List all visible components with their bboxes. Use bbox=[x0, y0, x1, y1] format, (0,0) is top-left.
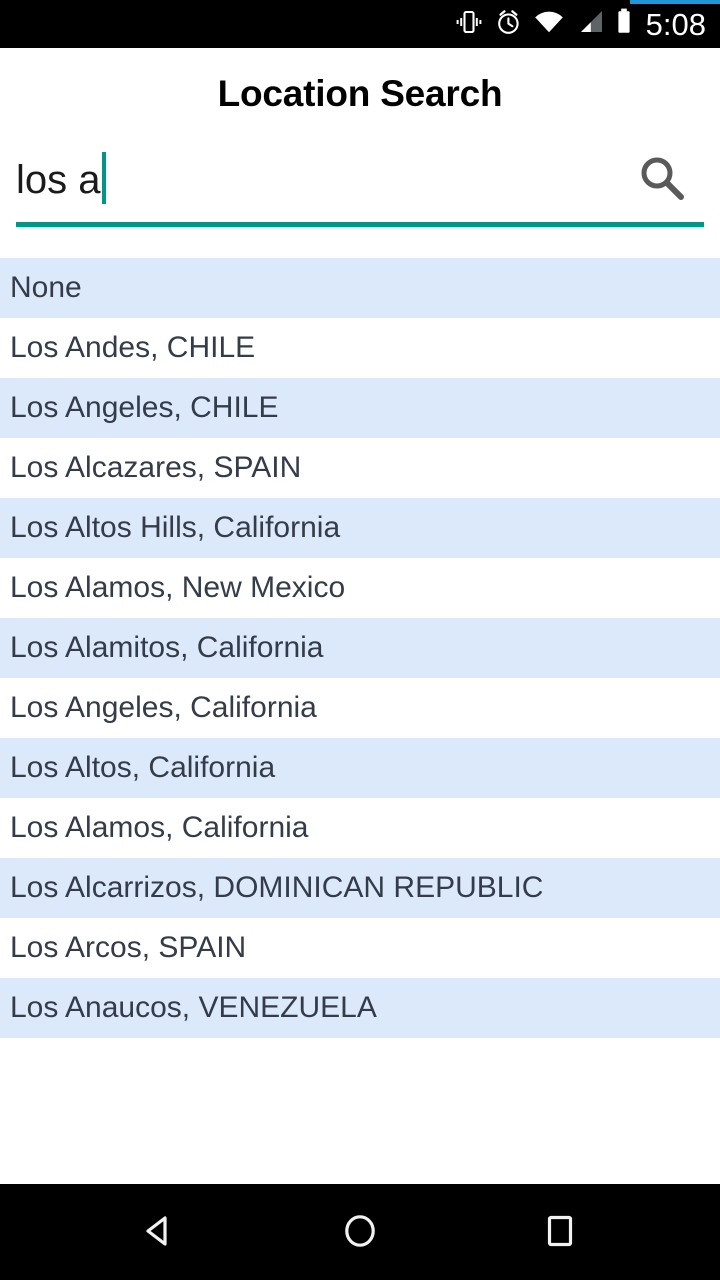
result-row[interactable]: Los Altos, California bbox=[0, 738, 720, 798]
nav-back-button[interactable] bbox=[115, 1184, 205, 1280]
result-row-label: Los Arcos, SPAIN bbox=[10, 933, 246, 963]
result-row[interactable]: Los Alamitos, California bbox=[0, 618, 720, 678]
app-bar: Location Search bbox=[0, 48, 720, 140]
search-field-underline bbox=[16, 222, 704, 227]
result-row-label: Los Angeles, California bbox=[10, 693, 317, 723]
search-input-container[interactable]: los a bbox=[16, 140, 620, 220]
back-triangle-icon bbox=[140, 1211, 180, 1254]
status-clock: 5:08 bbox=[646, 9, 706, 40]
result-row[interactable]: Los Anaucos, VENEZUELA bbox=[0, 978, 720, 1038]
android-navigation-bar bbox=[0, 1184, 720, 1280]
result-row[interactable]: Los Angeles, California bbox=[0, 678, 720, 738]
result-row-label: None bbox=[10, 273, 82, 303]
wifi-icon bbox=[534, 10, 564, 39]
page-title: Location Search bbox=[218, 73, 503, 115]
alarm-icon bbox=[494, 8, 522, 41]
result-row[interactable]: None bbox=[0, 258, 720, 318]
recents-square-icon bbox=[540, 1211, 580, 1254]
home-circle-icon bbox=[340, 1211, 380, 1254]
search-bar: los a bbox=[0, 140, 720, 258]
status-progress-indicator bbox=[630, 0, 720, 4]
vibrate-icon bbox=[456, 8, 482, 41]
result-row-label: Los Angeles, CHILE bbox=[10, 393, 279, 423]
result-row[interactable]: Los Alamos, New Mexico bbox=[0, 558, 720, 618]
result-row-label: Los Alamitos, California bbox=[10, 633, 323, 663]
battery-icon bbox=[616, 8, 632, 41]
result-row-label: Los Alamos, California bbox=[10, 813, 308, 843]
result-row[interactable]: Los Andes, CHILE bbox=[0, 318, 720, 378]
result-row-label: Los Altos Hills, California bbox=[10, 513, 340, 543]
nav-recents-button[interactable] bbox=[515, 1184, 605, 1280]
result-row[interactable]: Los Alcazares, SPAIN bbox=[0, 438, 720, 498]
result-row[interactable]: Los Altos Hills, California bbox=[0, 498, 720, 558]
result-row[interactable]: Los Alcarrizos, DOMINICAN REPUBLIC bbox=[0, 858, 720, 918]
search-input-value: los a bbox=[16, 160, 101, 200]
status-bar: 5:08 bbox=[0, 0, 720, 48]
search-button[interactable] bbox=[620, 140, 704, 220]
search-results-list: None Los Andes, CHILE Los Angeles, CHILE Lo… bbox=[0, 258, 720, 1184]
result-row-label: Los Anaucos, VENEZUELA bbox=[10, 993, 377, 1023]
result-row[interactable]: Los Arcos, SPAIN bbox=[0, 918, 720, 978]
result-row-label: Los Alamos, New Mexico bbox=[10, 573, 345, 603]
cell-signal-icon bbox=[576, 10, 604, 39]
result-row-label: Los Alcazares, SPAIN bbox=[10, 453, 301, 483]
text-caret bbox=[102, 152, 106, 204]
phone-screen: 5:08 Location Search los a None Los Andes… bbox=[0, 0, 720, 1280]
result-row-label: Los Alcarrizos, DOMINICAN REPUBLIC bbox=[10, 873, 543, 903]
result-row[interactable]: Los Alamos, California bbox=[0, 798, 720, 858]
nav-home-button[interactable] bbox=[315, 1184, 405, 1280]
result-row[interactable]: Los Angeles, CHILE bbox=[0, 378, 720, 438]
search-icon bbox=[634, 151, 690, 210]
result-row-label: Los Andes, CHILE bbox=[10, 333, 255, 363]
result-row-label: Los Altos, California bbox=[10, 753, 275, 783]
status-icon-group bbox=[456, 8, 632, 41]
